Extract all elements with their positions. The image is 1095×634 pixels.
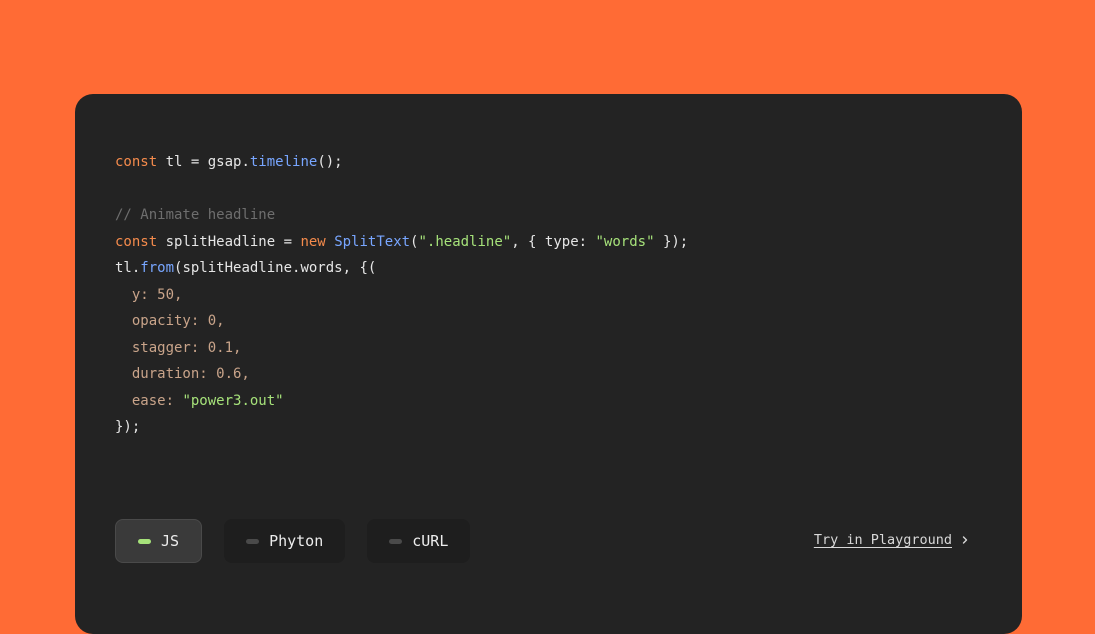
code-token: stagger: 0.1, (115, 339, 242, 356)
tab-indicator-icon (138, 538, 151, 544)
tab-curl[interactable]: cURL (367, 519, 471, 563)
code-token: // Animate headline (115, 207, 276, 223)
code-line: }); (115, 414, 688, 441)
code-line: ease: "power3.out" (115, 388, 688, 415)
try-in-playground-link[interactable]: Try in Playground (814, 532, 970, 548)
chevron-right-icon (962, 536, 968, 544)
tab-label: cURL (412, 532, 449, 550)
code-token: "power3.out" (182, 392, 284, 409)
code-token: timeline (249, 154, 318, 170)
code-token: "words" (595, 233, 655, 250)
code-line: y: 50, (115, 282, 688, 309)
code-token: }); (115, 419, 141, 435)
code-token: const (115, 154, 158, 170)
code-token: (); (317, 154, 343, 170)
code-token: SplitText (334, 233, 411, 250)
code-token: const (115, 233, 158, 250)
code-line: const splitHeadline = new SplitText(".he… (115, 229, 688, 256)
tab-indicator-icon (389, 538, 403, 544)
code-token: splitHeadline = (157, 233, 301, 250)
code-token: new (300, 233, 326, 250)
tab-js[interactable]: JS (115, 519, 203, 563)
language-tabs: JS Phyton cURL (115, 519, 471, 563)
code-token: duration: 0.6, (115, 366, 250, 382)
code-token: , { type: (511, 233, 596, 250)
code-token: ease: (115, 392, 183, 409)
code-line: stagger: 0.1, (115, 335, 688, 362)
code-token: (splitHeadline.words, {( (174, 260, 377, 276)
code-line: opacity: 0, (115, 308, 688, 335)
tab-label: JS (161, 532, 180, 550)
code-token: tl = gsap. (157, 154, 250, 170)
code-token: y: 50, (115, 286, 183, 303)
tab-label: Phyton (269, 532, 324, 550)
code-token: opacity: 0, (115, 313, 225, 329)
code-line: const tl = gsap.timeline(); (115, 149, 688, 176)
tab-indicator-icon (246, 538, 260, 544)
playground-link-label: Try in Playground (813, 532, 952, 548)
code-card: const tl = gsap.timeline(); // Animate he… (75, 94, 1022, 634)
code-line: tl.from(splitHeadline.words, {( (115, 255, 688, 282)
code-line: // Animate headline (115, 202, 688, 229)
code-token: ".headline" (418, 233, 512, 250)
code-token: }); (654, 233, 689, 250)
code-token: from (140, 260, 175, 276)
code-block: const tl = gsap.timeline(); // Animate he… (115, 149, 688, 441)
tab-python[interactable]: Phyton (224, 519, 346, 563)
code-token: tl. (115, 260, 141, 276)
code-line: duration: 0.6, (115, 361, 688, 388)
